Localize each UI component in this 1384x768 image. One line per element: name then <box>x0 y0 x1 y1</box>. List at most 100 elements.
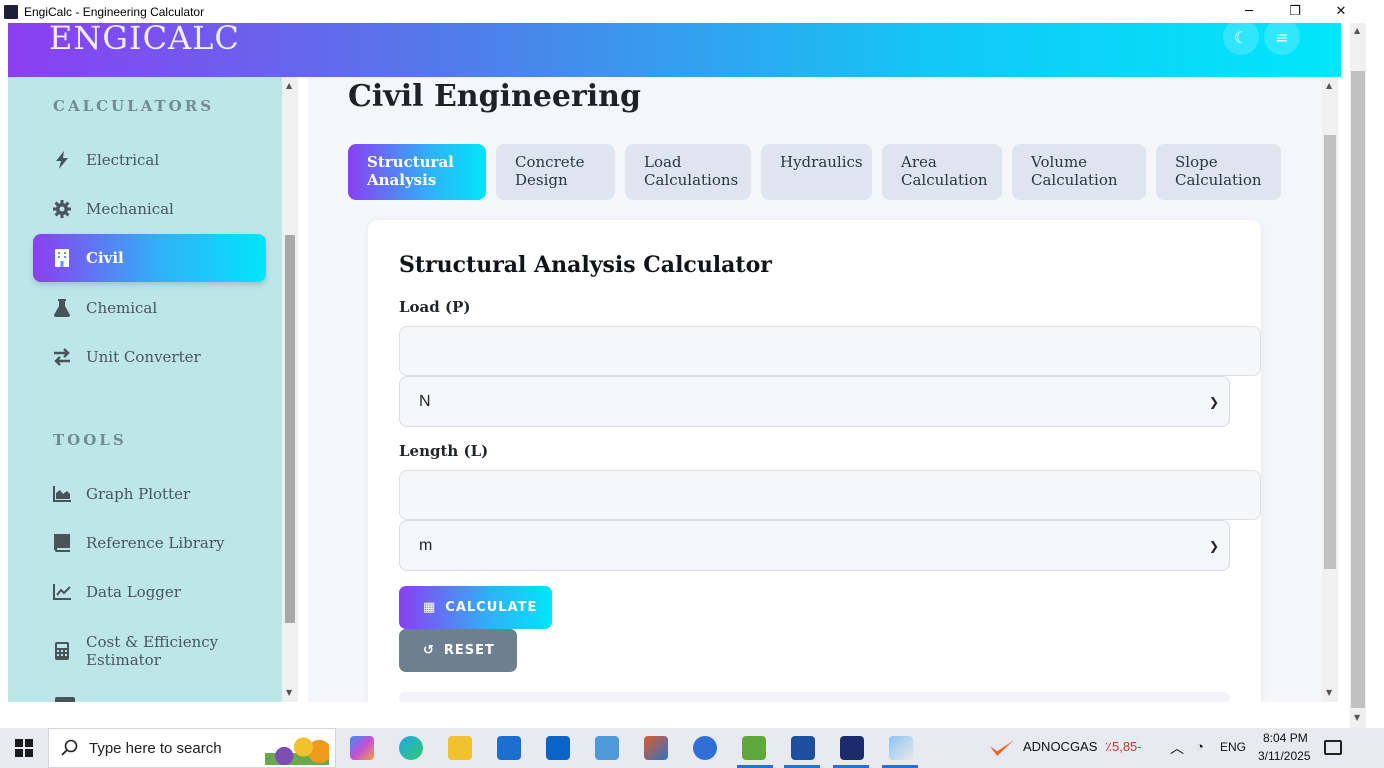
notifications-icon[interactable] <box>1324 740 1342 755</box>
app-icon <box>4 4 18 19</box>
result-panel <box>399 692 1230 702</box>
bolt-icon <box>52 150 72 170</box>
page-title: Civil Engineering <box>348 79 641 114</box>
sidebar-item-label: Civil <box>86 249 124 267</box>
search-placeholder: Type here to search <box>89 739 222 757</box>
powershell-icon[interactable] <box>791 736 815 760</box>
logo[interactable]: ENGICALC <box>49 19 240 57</box>
wifi-icon[interactable]: ◔ <box>1196 739 1204 754</box>
stock-trend-icon <box>990 740 1014 756</box>
sidebar-item-label: Data Logger <box>86 583 181 601</box>
taskbar: Type here to search ADNOCGAS ٪5,85- ︿ ◔ … <box>0 728 1384 768</box>
matlab-icon[interactable] <box>644 736 668 760</box>
load-unit-select[interactable]: N ❯ <box>399 376 1230 427</box>
outlook-icon[interactable] <box>546 736 570 760</box>
load-unit-value: N <box>419 392 431 410</box>
sidebar-item-unit-converter[interactable]: Unit Converter <box>33 333 266 381</box>
scroll-down-arrow-icon[interactable]: ▼ <box>286 688 292 697</box>
copilot-icon[interactable] <box>350 736 374 760</box>
scroll-up-arrow-icon[interactable]: ▲ <box>1354 26 1360 35</box>
sidebar-item-mechanical[interactable]: Mechanical <box>33 185 266 233</box>
theme-toggle-button[interactable]: ☾ <box>1223 19 1259 55</box>
sidebar-scroll-thumb[interactable] <box>285 235 295 623</box>
sidebar: CALCULATORS Electrical Mechanical Civil … <box>8 77 282 702</box>
clock-time[interactable]: 8:04 PM <box>1263 731 1308 745</box>
tab-hydraulics[interactable]: Hydraulics <box>761 144 872 200</box>
sidebar-item-electrical[interactable]: Electrical <box>33 136 266 184</box>
moon-icon: ☾ <box>1233 27 1249 47</box>
tab-slope-calculation[interactable]: Slope Calculation <box>1156 144 1281 200</box>
sidebar-item-chemical[interactable]: Chemical <box>33 284 266 332</box>
engicalc-taskbar-icon[interactable] <box>840 736 864 760</box>
sidebar-item-label: Electrical <box>86 151 160 169</box>
sidebar-item-data-logger[interactable]: Data Logger <box>33 568 266 616</box>
menu-icon: ≡ <box>1275 27 1289 47</box>
search-decoration-icon <box>265 735 329 765</box>
calculator-icon: ▦ <box>423 600 437 615</box>
stock-change: ٪5,85- <box>1105 739 1142 754</box>
calculate-button[interactable]: ▦ CALCULATE <box>399 586 552 629</box>
sidebar-item-label: Mechanical <box>86 200 174 218</box>
tab-concrete-design[interactable]: Concrete Design <box>496 144 615 200</box>
sidebar-item-reference-library[interactable]: Reference Library <box>33 519 266 567</box>
reset-button-label: RESET <box>443 643 495 658</box>
length-label: Length (L) <box>399 442 489 460</box>
length-unit-select[interactable]: m ❯ <box>399 520 1230 571</box>
edge-icon[interactable] <box>399 736 423 760</box>
tools-section-title: TOOLS <box>53 431 127 449</box>
chevron-down-icon: ❯ <box>1208 394 1219 409</box>
sidebar-item-label: Chemical <box>86 299 158 317</box>
main-scroll-thumb[interactable] <box>1324 135 1336 569</box>
scroll-up-arrow-icon[interactable]: ▲ <box>1326 81 1332 90</box>
tab-area-calculation[interactable]: Area Calculation <box>882 144 1002 200</box>
sidebar-item-label: Graph Plotter <box>86 485 191 503</box>
load-input[interactable] <box>399 326 1261 376</box>
calculator-card: Structural Analysis Calculator Load (P) … <box>368 220 1261 702</box>
window-scrollbar[interactable]: ▲ ▼ <box>1350 23 1366 728</box>
tab-structural-analysis[interactable]: Structural Analysis <box>348 144 486 200</box>
start-button[interactable] <box>0 728 48 768</box>
tab-volume-calculation[interactable]: Volume Calculation <box>1012 144 1146 200</box>
chevron-up-icon[interactable]: ︿ <box>1170 738 1184 758</box>
exchange-icon <box>52 347 72 367</box>
sidebar-scrollbar[interactable]: ▲ ▼ <box>282 77 298 702</box>
file-explorer-icon[interactable] <box>448 736 472 760</box>
scroll-down-arrow-icon[interactable]: ▼ <box>1326 688 1332 697</box>
partial-icon <box>55 697 75 702</box>
store-icon[interactable] <box>497 736 521 760</box>
length-unit-value: m <box>419 536 433 554</box>
calculator-icon <box>52 641 72 661</box>
length-input[interactable] <box>399 470 1261 520</box>
menu-button[interactable]: ≡ <box>1264 19 1300 55</box>
language-indicator[interactable]: ENG <box>1220 740 1246 754</box>
gear-icon <box>52 199 72 219</box>
flask-icon <box>52 298 72 318</box>
clock-date[interactable]: 3/11/2025 <box>1258 749 1311 763</box>
window-scroll-thumb[interactable] <box>1351 71 1365 708</box>
sidebar-item-label: Cost & Efficiency Estimator <box>86 633 219 669</box>
reset-button[interactable]: ↺ RESET <box>399 629 517 672</box>
chevron-down-icon: ❯ <box>1208 538 1219 553</box>
sidebar-item-label: Unit Converter <box>86 348 201 366</box>
sidebar-item-cost-estimator[interactable]: Cost & Efficiency Estimator <box>33 627 266 675</box>
scroll-up-arrow-icon[interactable]: ▲ <box>286 81 292 90</box>
app-header: ENGICALC ☾ ≡ <box>8 19 1341 77</box>
scroll-down-arrow-icon[interactable]: ▼ <box>1354 713 1360 722</box>
app-a-icon[interactable] <box>693 736 717 760</box>
load-label: Load (P) <box>399 298 471 316</box>
stock-name[interactable]: ADNOCGAS <box>1023 739 1097 754</box>
sidebar-item-civil[interactable]: Civil <box>33 234 266 282</box>
computer-icon[interactable] <box>595 736 619 760</box>
calculators-section-title: CALCULATORS <box>53 97 215 115</box>
close-button[interactable]: ✕ <box>1318 0 1364 23</box>
main-scrollbar[interactable]: ▲ ▼ <box>1322 77 1338 702</box>
taskbar-search[interactable]: Type here to search <box>48 728 336 768</box>
book-icon <box>52 533 72 553</box>
sidebar-item-graph-plotter[interactable]: Graph Plotter <box>33 470 266 518</box>
tab-load-calculations[interactable]: Load Calculations <box>625 144 751 200</box>
undo-icon: ↺ <box>423 643 435 658</box>
window-title: EngiCalc - Engineering Calculator <box>24 4 205 19</box>
chart-app-icon[interactable] <box>742 736 766 760</box>
paint-icon[interactable] <box>889 736 913 760</box>
area-chart-icon <box>52 484 72 504</box>
